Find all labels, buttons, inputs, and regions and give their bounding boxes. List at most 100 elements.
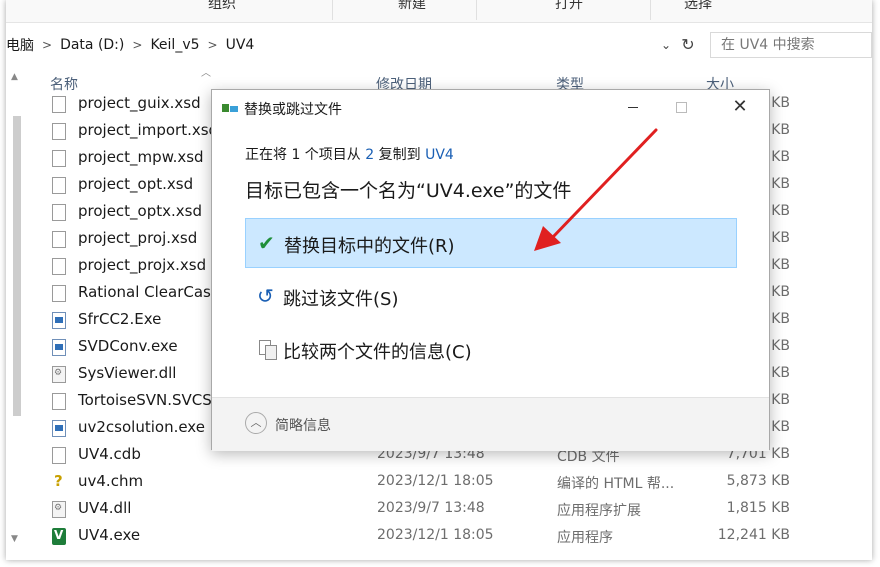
file-name: project_proj.xsd <box>78 229 198 247</box>
document-icon <box>52 393 66 410</box>
breadcrumb-this-pc[interactable]: 此电脑 <box>6 35 38 55</box>
document-icon <box>52 123 66 140</box>
uv4-app-icon <box>52 528 66 545</box>
file-modified: 2023/12/1 18:05 <box>377 527 494 543</box>
file-name: TortoiseSVN.SVCS <box>78 391 212 409</box>
file-name: project_guix.xsd <box>78 94 201 112</box>
file-size: KB <box>771 338 790 354</box>
document-icon <box>52 150 66 167</box>
replace-file-option[interactable]: ✔ 替换目标中的文件(R) <box>245 218 737 268</box>
address-row: 此电脑 > Data (D:) > Keil_v5 > UV4 ⌄ ↻ 在 UV… <box>6 30 872 62</box>
dialog-title-bar: 替换或跳过文件 ✕ <box>212 90 769 126</box>
file-row[interactable]: UV4.dll 2023/9/7 13:48 应用程序扩展 1,815 KB <box>50 496 872 523</box>
chevron-right-icon[interactable]: > <box>128 38 146 52</box>
dialog-title: 替换或跳过文件 <box>244 102 342 118</box>
close-icon[interactable]: ✕ <box>717 90 763 124</box>
file-name: SysViewer.dll <box>78 364 177 382</box>
file-name: project_opt.xsd <box>78 175 194 193</box>
ribbon-group-labels: 组织 新建 打开 选择 <box>6 0 872 23</box>
file-name: Rational ClearCase <box>78 283 221 301</box>
file-size: 12,241 KB <box>717 527 790 543</box>
file-name: project_mpw.xsd <box>78 148 204 166</box>
replace-or-skip-dialog: 替换或跳过文件 ✕ 正在将 1 个项目从 2 复制到 UV4 目标已包含一个名为… <box>211 89 770 451</box>
document-icon <box>52 177 66 194</box>
file-copy-icon <box>222 102 238 114</box>
file-size: KB <box>771 392 790 408</box>
breadcrumb-data-drive[interactable]: Data (D:) <box>56 37 128 53</box>
address-history-chevron-down-icon[interactable]: ⌄ <box>661 38 671 52</box>
file-size: KB <box>771 419 790 435</box>
file-size: KB <box>771 257 790 273</box>
file-name: project_optx.xsd <box>78 202 202 220</box>
breadcrumb[interactable]: 此电脑 > Data (D:) > Keil_v5 > UV4 <box>6 32 670 58</box>
source-folder-link[interactable]: 2 <box>365 147 374 163</box>
file-size: KB <box>771 95 790 111</box>
file-name: project_import.xsd <box>78 121 219 139</box>
file-name: SVDConv.exe <box>78 337 178 355</box>
help-file-icon <box>52 472 66 491</box>
refresh-icon[interactable]: ↻ <box>678 35 698 55</box>
scroll-down-icon[interactable]: ▼ <box>11 534 18 544</box>
file-type: 编译的 HTML 帮... <box>557 476 675 492</box>
file-name: UV4.exe <box>78 526 141 544</box>
ribbon-group-organize[interactable]: 组织 <box>208 0 236 13</box>
skip-file-option[interactable]: ↺ 跳过该文件(S) <box>245 272 737 322</box>
copy-progress-text: 正在将 1 个项目从 2 复制到 UV4 <box>245 147 454 163</box>
document-icon <box>52 285 66 302</box>
minimize-icon[interactable] <box>610 90 656 124</box>
file-name: project_projx.xsd <box>78 256 207 274</box>
dll-icon <box>52 366 66 383</box>
file-modified: 2023/9/7 13:48 <box>377 500 485 516</box>
conflict-headline: 目标已包含一个名为“UV4.exe”的文件 <box>245 180 572 202</box>
file-size: KB <box>771 365 790 381</box>
file-name: UV4.dll <box>78 499 132 517</box>
file-name: uv4.chm <box>78 472 144 490</box>
file-row[interactable]: uv4.chm 2023/12/1 18:05 编译的 HTML 帮... 5,873… <box>50 469 872 496</box>
vertical-scrollbar[interactable]: ▲ ▼ <box>10 72 22 552</box>
destination-folder-link[interactable]: UV4 <box>425 147 454 163</box>
exe-icon <box>52 312 66 329</box>
exe-icon <box>52 339 66 356</box>
scrollbar-thumb[interactable] <box>13 116 21 416</box>
chevron-up-icon[interactable]: ︿ <box>245 412 267 434</box>
maximize-icon <box>658 90 704 124</box>
fewer-details-toggle[interactable]: 简略信息 <box>275 415 331 435</box>
file-name: uv2csolution.exe <box>78 418 205 436</box>
file-size: 1,815 KB <box>726 500 790 516</box>
search-input[interactable]: 在 UV4 中搜索 <box>710 32 872 58</box>
file-size: KB <box>771 203 790 219</box>
file-size: KB <box>771 176 790 192</box>
ribbon-group-open[interactable]: 打开 <box>555 0 583 13</box>
dll-icon <box>52 501 66 518</box>
scroll-up-icon[interactable]: ▲ <box>11 72 18 82</box>
document-icon <box>52 231 66 248</box>
file-size: KB <box>771 230 790 246</box>
file-name: UV4.cdb <box>78 445 141 463</box>
compare-icon <box>257 338 279 360</box>
file-size: KB <box>771 284 790 300</box>
file-size: KB <box>771 149 790 165</box>
file-type: 应用程序 <box>557 530 613 546</box>
document-icon <box>52 96 66 113</box>
file-size: 5,873 KB <box>726 473 790 489</box>
sort-ascending-icon: ︿ <box>201 68 211 79</box>
ribbon-group-new[interactable]: 新建 <box>398 0 426 13</box>
chevron-right-icon[interactable]: > <box>38 38 56 52</box>
skip-icon: ↺ <box>257 284 274 308</box>
file-name: SfrCC2.Exe <box>78 310 162 328</box>
document-icon <box>52 447 66 464</box>
compare-files-option[interactable]: 比较两个文件的信息(C) <box>245 325 737 375</box>
file-size: KB <box>771 311 790 327</box>
document-icon <box>52 258 66 275</box>
file-type: 应用程序扩展 <box>557 503 641 519</box>
file-size: KB <box>771 122 790 138</box>
chevron-right-icon[interactable]: > <box>204 38 222 52</box>
ribbon-group-select[interactable]: 选择 <box>684 0 712 13</box>
breadcrumb-keil[interactable]: Keil_v5 <box>146 37 203 53</box>
check-icon: ✔ <box>258 231 275 255</box>
file-modified: 2023/12/1 18:05 <box>377 473 494 489</box>
document-icon <box>52 204 66 221</box>
file-row[interactable]: UV4.exe 2023/12/1 18:05 应用程序 12,241 KB <box>50 523 872 550</box>
breadcrumb-uv4[interactable]: UV4 <box>222 37 259 53</box>
exe-icon <box>52 420 66 437</box>
